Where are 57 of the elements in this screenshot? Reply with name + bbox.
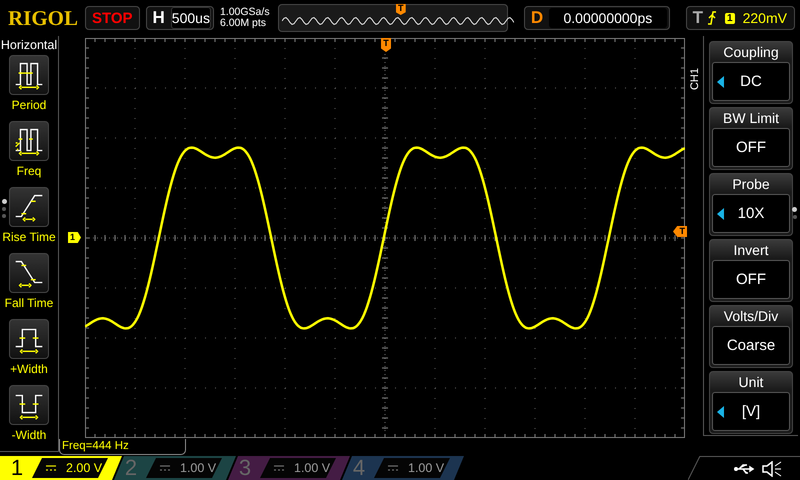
channel-tab[interactable]: 3 1.00 V xyxy=(228,456,350,480)
channel-tab[interactable]: 1 2.00 V xyxy=(0,456,122,480)
trigger-position-marker[interactable]: T xyxy=(381,38,391,52)
timebase-value: 500us xyxy=(170,7,211,29)
channel-scale: 1.00 V xyxy=(180,461,216,475)
channel-scale: 2.00 V xyxy=(66,461,102,475)
trigger-label: T xyxy=(692,8,704,28)
menu-softkey[interactable]: Invert OFF xyxy=(709,239,793,302)
menu-softkey[interactable]: Probe 10X xyxy=(709,173,793,236)
button-label: +Width xyxy=(10,362,48,376)
menu-softkey[interactable]: BW Limit OFF xyxy=(709,107,793,170)
delay-label: D xyxy=(530,8,544,28)
button-label: Fall Time xyxy=(4,296,54,310)
button-label: Period xyxy=(12,98,46,112)
brand-logo: RIGOL xyxy=(8,5,79,31)
trigger-panel[interactable]: T 1 220mV xyxy=(686,6,795,30)
button-label: Rise Time xyxy=(2,230,56,244)
button-label: -Width xyxy=(12,428,46,442)
sample-rate: 1.00GSa/s xyxy=(220,7,271,18)
channel-scale: 1.00 V xyxy=(294,461,330,475)
softkey-value: DC xyxy=(740,73,762,90)
menu-title: Horizontal xyxy=(0,38,58,52)
softkey-value: 10X xyxy=(738,205,764,222)
softkey-title: Probe xyxy=(732,175,770,194)
channel-tab[interactable]: 2 1.00 V xyxy=(114,456,236,480)
channel-scale: 1.00 V xyxy=(408,461,444,475)
channel-number: 3 xyxy=(238,456,252,480)
softkey-title: BW Limit xyxy=(723,109,779,128)
channel-number: 4 xyxy=(352,456,366,480)
softkey-title: Volts/Div xyxy=(724,307,778,326)
timebase-panel[interactable]: H 500us xyxy=(146,6,214,30)
menu-softkey[interactable]: Coupling DC xyxy=(709,41,793,104)
softkey-title: Invert xyxy=(733,241,768,260)
delay-value: 0.00000000ps xyxy=(549,8,667,28)
memory-depth: 6.00M pts xyxy=(220,18,268,29)
menu-softkey[interactable]: Volts/Div Coarse xyxy=(709,305,793,368)
channel-offset-marker[interactable]: 1 xyxy=(68,232,81,243)
softkey-title: Unit xyxy=(738,373,764,392)
softkey-value: Coarse xyxy=(726,337,776,354)
channel-number: 2 xyxy=(124,456,138,480)
delay-panel[interactable]: D 0.00000000ps xyxy=(524,6,670,30)
trigger-level: 220mV xyxy=(742,10,787,26)
button-label: Freq xyxy=(16,164,42,178)
trigger-position-marker: T xyxy=(396,4,406,15)
run-stop-button[interactable]: STOP xyxy=(84,6,140,30)
softkey-title: Coupling xyxy=(723,43,779,62)
softkey-value: [V] xyxy=(742,403,760,420)
channel-number: 1 xyxy=(10,456,24,480)
channel-label: CH1 xyxy=(689,68,701,90)
softkey-value: OFF xyxy=(736,139,766,156)
menu-softkey[interactable]: Unit [V] xyxy=(709,371,793,434)
trigger-source: 1 xyxy=(725,12,735,24)
channel-tab[interactable]: 4 1.00 V xyxy=(342,456,464,480)
trigger-level-marker[interactable]: T xyxy=(673,226,687,237)
timebase-label: H xyxy=(152,8,166,28)
frequency-measurement: Freq=444 Hz xyxy=(59,439,186,455)
softkey-value: OFF xyxy=(736,271,766,288)
